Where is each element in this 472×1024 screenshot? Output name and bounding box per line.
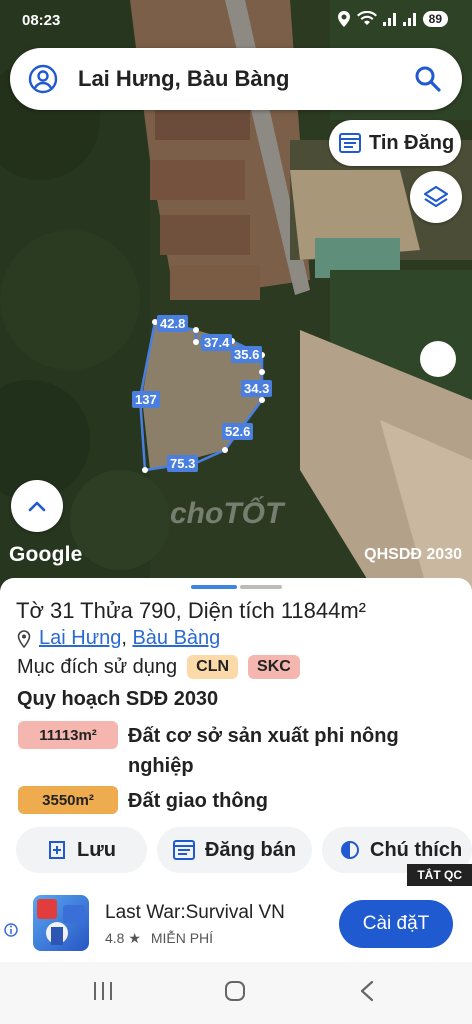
legend-label: Chú thích [370, 838, 463, 861]
land-use-row: 11113m² Đất cơ sở sản xuất phi nông nghi… [18, 721, 428, 781]
recent-apps-icon[interactable] [92, 980, 114, 1002]
location-link-commune[interactable]: Lai Hưng [39, 627, 121, 650]
expand-up-button[interactable] [11, 480, 63, 532]
area-value: 11844m² [280, 598, 367, 623]
sell-label: Đăng bán [204, 838, 297, 861]
action-bar: Lưu Đăng bán Chú thích [16, 827, 472, 873]
location-icon [337, 11, 350, 27]
signal-icon [402, 13, 416, 26]
save-button[interactable]: Lưu [16, 827, 147, 873]
listing-icon [172, 840, 195, 860]
tin-dang-label: Tin Đăng [369, 131, 455, 154]
google-logo: Google [9, 543, 83, 566]
layers-icon [423, 185, 449, 208]
parcel-summary: Tờ 31 Thửa 790, Diện tích 11844m² [16, 598, 366, 624]
land-use-area: 11113m² [18, 721, 118, 749]
location-link-district[interactable]: Bàu Bàng [132, 627, 220, 650]
ad-banner[interactable]: Last War:Survival VN 4.8 ★ MIỄN PHÍ Cài … [0, 889, 472, 962]
land-use-row: 3550m² Đất giao thông [18, 786, 428, 816]
sell-button[interactable]: Đăng bán [157, 827, 312, 873]
plan-title: Quy hoạch SDĐ 2030 [17, 688, 219, 710]
add-bookmark-icon [49, 841, 66, 859]
edge-length-label: 34.3 [241, 380, 273, 397]
edge-length-label: 75.3 [167, 455, 199, 472]
listing-icon [339, 133, 361, 153]
land-purpose-row: Mục đích sử dụng CLN SKC [17, 655, 300, 679]
wifi-icon [356, 11, 377, 25]
map-layer-label: QHSDĐ 2030 [364, 546, 462, 563]
back-icon[interactable] [358, 980, 376, 1002]
edge-length-label: 42.8 [157, 315, 189, 332]
search-location-title[interactable]: Lai Hưng, Bàu Bàng [78, 66, 414, 92]
ad-rating: 4.8 ★ MIỄN PHÍ [105, 930, 213, 947]
plot-prefix: Thửa [74, 598, 139, 623]
sheet-number: 31 [49, 598, 75, 623]
map-scroll-handle[interactable] [420, 341, 456, 377]
location-pin-icon [17, 629, 31, 648]
system-nav-bar [0, 962, 472, 1024]
location-separator: , [121, 627, 127, 649]
contrast-icon [341, 841, 359, 859]
ad-app-name: Last War:Survival VN [105, 902, 285, 923]
search-bar[interactable]: Lai Hưng, Bàu Bàng [10, 48, 462, 110]
battery-level: 89 [422, 11, 448, 27]
satellite-map[interactable]: 42.8 37.4 35.6 34.3 137 52.6 75.3 choTỐT… [0, 0, 472, 600]
signal-icon [382, 13, 396, 26]
home-icon[interactable] [224, 980, 246, 1002]
price-label: MIỄN PHÍ [150, 930, 214, 946]
purpose-badge-skc: SKC [248, 655, 300, 679]
sheet-handle[interactable] [191, 585, 237, 589]
area-prefix: , Diện tích [175, 598, 281, 623]
status-bar: 08:23 89 [0, 0, 472, 40]
sheet-prefix: Tờ [16, 598, 50, 623]
layers-button[interactable] [410, 171, 462, 223]
watermark: choTỐT [170, 497, 284, 530]
parcel-location: Lai Hưng, Bàu Bàng [17, 627, 220, 650]
land-use-name: Đất cơ sở sản xuất phi nông nghiệp [128, 725, 399, 777]
purpose-badge-cln: CLN [187, 655, 239, 679]
land-use-name: Đất giao thông [128, 790, 268, 812]
star-icon: ★ [128, 930, 141, 946]
game-art-icon [37, 899, 85, 945]
plot-number: 790 [138, 598, 176, 623]
land-use-area: 3550m² [18, 786, 118, 814]
app-icon [33, 895, 89, 951]
save-label: Lưu [77, 838, 116, 861]
purpose-label: Mục đích sử dụng [17, 655, 178, 678]
ad-info-icon[interactable] [4, 922, 18, 938]
tin-dang-button[interactable]: Tin Đăng [329, 120, 461, 166]
parcel-info-panel: Tờ 31 Thửa 790, Diện tích 11844m² Lai Hư… [0, 578, 472, 962]
close-ad-button[interactable]: TẮT QC [407, 864, 472, 886]
edge-length-label: 35.6 [231, 346, 263, 363]
edge-length-label: 52.6 [222, 423, 254, 440]
user-icon[interactable] [28, 64, 58, 94]
chevron-up-icon [28, 501, 46, 512]
sheet-handle[interactable] [240, 585, 282, 589]
install-button[interactable]: Cài đặT [339, 900, 453, 948]
clock: 08:23 [22, 12, 61, 29]
edge-length-label: 37.4 [201, 334, 233, 351]
search-icon[interactable] [414, 65, 442, 93]
rating-value: 4.8 [105, 930, 125, 946]
edge-length-label: 137 [132, 391, 160, 408]
